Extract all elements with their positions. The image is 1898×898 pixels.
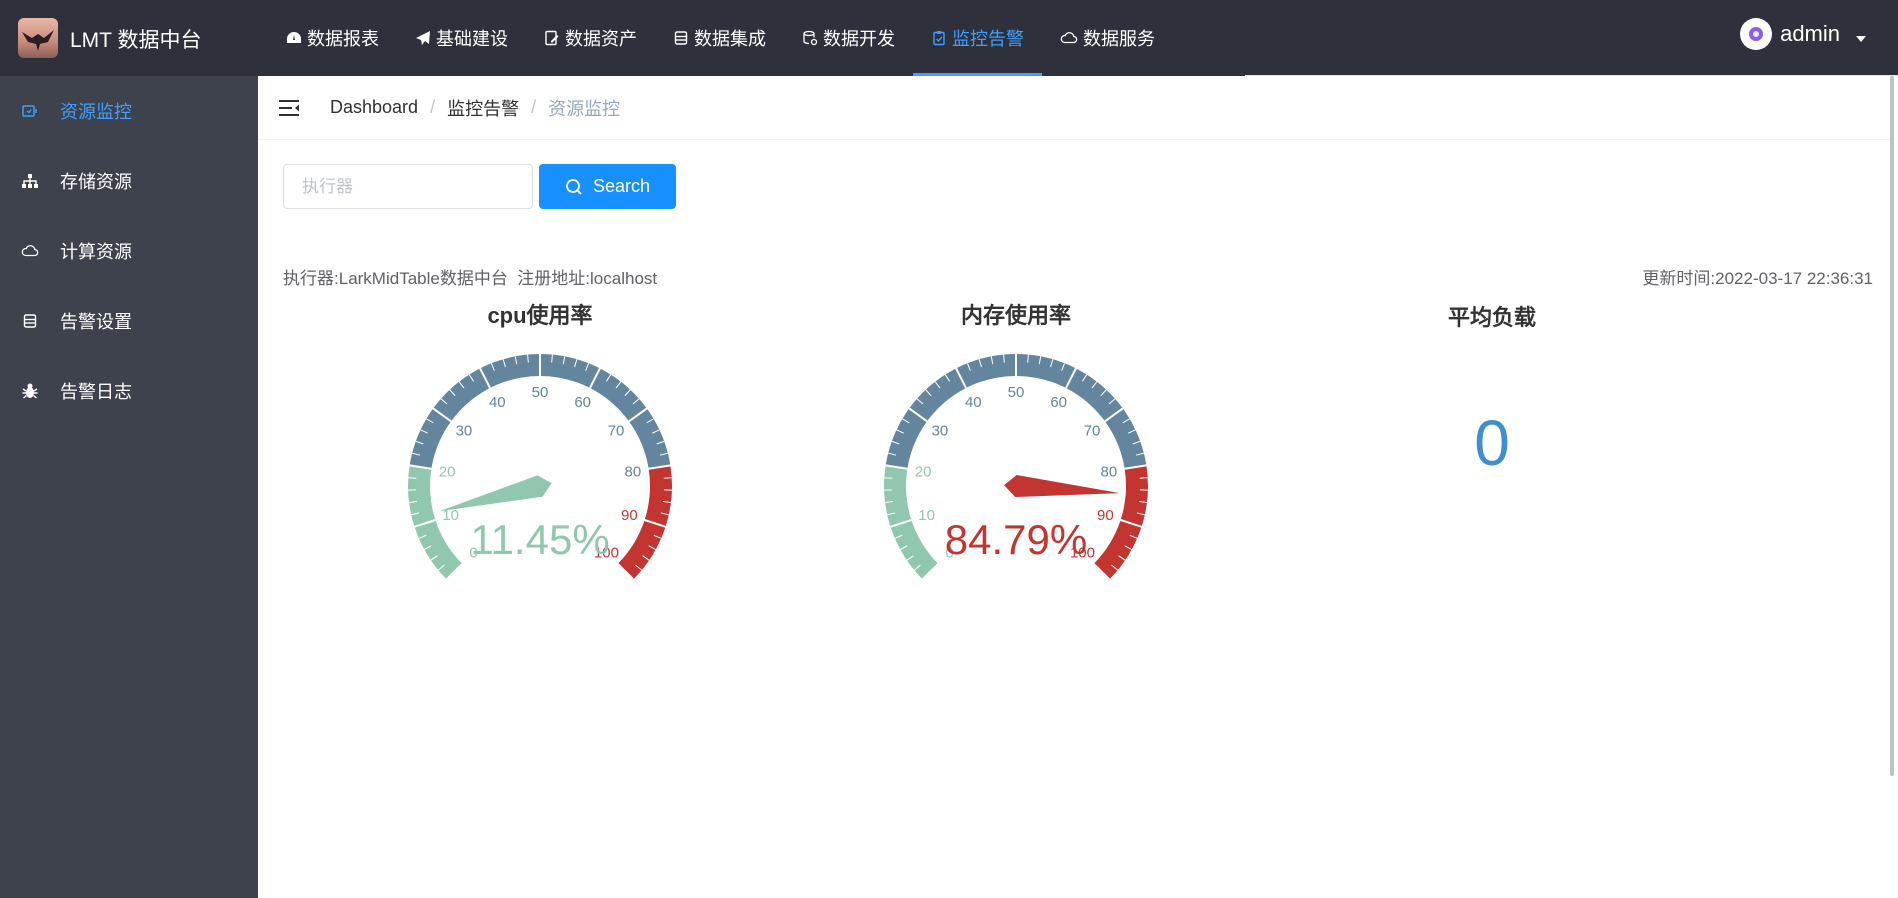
gauge-value-text: 84.79% — [945, 516, 1087, 563]
sidebar-item-label: 告警设置 — [60, 312, 132, 332]
cpu-gauge: 010203040506070809010011.45% — [408, 354, 672, 581]
edit-doc-icon — [545, 30, 559, 46]
nav-label: 数据集成 — [694, 29, 766, 49]
breadcrumb-separator: / — [531, 97, 537, 117]
app-logo[interactable] — [18, 18, 58, 58]
executor-info: 执行器:LarkMidTable数据中台 注册地址:localhost — [283, 264, 657, 289]
nav-item-integration[interactable]: 数据集成 — [655, 0, 784, 76]
sidebar-item-alert-log[interactable]: 告警日志 — [0, 356, 258, 426]
gauge-tick-label: 20 — [915, 463, 932, 480]
nav-label: 基础建设 — [436, 29, 508, 49]
address-value: localhost — [590, 269, 658, 288]
db-gear-icon — [803, 30, 818, 46]
gauge-tick-label: 60 — [1050, 394, 1067, 411]
chart-title: 平均负载 — [1447, 305, 1536, 330]
nav-item-assets[interactable]: 数据资产 — [526, 0, 655, 76]
updated-value: 2022-03-17 22:36:31 — [1715, 269, 1873, 288]
database-icon — [674, 31, 688, 45]
avatar-icon — [1749, 27, 1764, 41]
gauge-tick-label: 60 — [574, 394, 591, 411]
menu-collapse-icon[interactable] — [278, 97, 300, 119]
gauge-value-text: 11.45% — [470, 516, 609, 563]
gauge-tick-label: 30 — [932, 423, 949, 440]
cpu-gauge-chart: cpu使用率 0 10 20 30 40 50 60 70 80 90 100 11.45% — [300, 296, 780, 656]
gauge-tick-label: 40 — [965, 394, 982, 411]
nav-label: 数据服务 — [1083, 29, 1155, 49]
gauge-tick-label: 50 — [532, 384, 549, 401]
gauge-tick-label: 80 — [624, 463, 641, 480]
top-navbar: LMT 数据中台 数据报表 基础建设 数据资产 数据集成 数据开发 监控告警 数 — [0, 0, 1898, 76]
gauge-tick — [1139, 477, 1148, 479]
vertical-scrollbar[interactable] — [1890, 76, 1894, 776]
gauge-tick — [663, 477, 672, 479]
nav-item-reports[interactable]: 数据报表 — [268, 0, 397, 76]
load-average-value: 0 — [1474, 407, 1510, 479]
gauge-tick-label: 70 — [1084, 423, 1101, 440]
nav-item-monitoring[interactable]: 监控告警 — [913, 0, 1042, 76]
gauge-tick-label: 80 — [1100, 463, 1117, 480]
bug-icon — [20, 381, 40, 401]
gauge-pointer — [439, 475, 552, 512]
search-button[interactable]: Search — [539, 164, 676, 209]
memory-gauge: 010203040506070809010084.79% — [884, 354, 1148, 581]
gauge-tick-label: 70 — [608, 423, 625, 440]
gauge-tick-label: 90 — [1097, 507, 1114, 524]
nav-item-services[interactable]: 数据服务 — [1042, 0, 1173, 76]
sidebar: 资源监控 存储资源 计算资源 告警设置 告警日志 — [0, 76, 258, 898]
nav-label: 监控告警 — [952, 29, 1024, 49]
main-nav: 数据报表 基础建设 数据资产 数据集成 数据开发 监控告警 数据服务 — [268, 0, 1173, 76]
sidebar-item-storage[interactable]: 存储资源 — [0, 146, 258, 216]
address-label: 注册地址: — [517, 269, 591, 288]
gauge-tick-label: 90 — [621, 507, 638, 524]
breadcrumb-item[interactable]: 监控告警 — [447, 95, 519, 121]
executor-value: LarkMidTable数据中台 — [338, 269, 508, 288]
gauge-tick — [408, 477, 417, 479]
sidebar-item-resource-monitor[interactable]: 资源监控 — [0, 76, 258, 146]
updated-label: 更新时间: — [1642, 269, 1716, 288]
send-icon — [416, 31, 430, 45]
breadcrumb-item-current: 资源监控 — [548, 98, 621, 119]
update-time: 更新时间:2022-03-17 22:36:31 — [1642, 264, 1873, 289]
executor-label: 执行器: — [283, 269, 339, 288]
dashboard-icon — [287, 32, 301, 43]
breadcrumb-separator: / — [430, 97, 436, 117]
nav-label: 数据报表 — [307, 29, 379, 49]
cloud-icon — [20, 241, 40, 261]
sidebar-item-alert-settings[interactable]: 告警设置 — [0, 286, 258, 356]
gauge-tick-label: 50 — [1008, 384, 1025, 401]
sidebar-item-compute[interactable]: 计算资源 — [0, 216, 258, 286]
gauge-tick-label: 10 — [918, 507, 935, 524]
executor-search-input[interactable] — [283, 164, 533, 209]
clipboard-icon — [933, 31, 945, 46]
search-toolbar: Search — [283, 164, 676, 209]
caret-down-icon[interactable] — [1856, 36, 1866, 42]
app-title: LMT 数据中台 — [70, 29, 202, 52]
load-average-chart: 平均负载 0 — [1252, 296, 1732, 656]
sidebar-item-label: 计算资源 — [60, 242, 132, 262]
main-content: Dashboard / 监控告警 / 资源监控 Search 执行器:LarkM… — [258, 76, 1894, 898]
database-icon — [20, 311, 40, 331]
nav-label: 数据开发 — [823, 29, 895, 49]
gauge-tick-label: 40 — [489, 394, 506, 411]
memory-gauge-chart: 内存使用率 0 10 20 30 40 50 60 70 80 90 100 84.79% — [776, 296, 1256, 656]
search-button-label: Search — [592, 176, 651, 196]
cloud-icon — [1060, 32, 1078, 44]
monitor-icon — [20, 101, 40, 121]
breadcrumb-item[interactable]: Dashboard — [330, 97, 418, 118]
sidebar-item-label: 告警日志 — [60, 382, 132, 402]
nav-item-development[interactable]: 数据开发 — [784, 0, 913, 76]
breadcrumb-bar: Dashboard / 监控告警 / 资源监控 — [258, 76, 1894, 140]
avatar[interactable] — [1740, 18, 1773, 50]
gauge-tick-label: 20 — [439, 463, 456, 480]
tree-icon — [20, 171, 40, 191]
search-icon — [566, 178, 582, 195]
sidebar-item-label: 存储资源 — [60, 172, 132, 192]
user-menu[interactable]: admin — [1740, 18, 1866, 50]
gauge-tick-label: 30 — [456, 423, 473, 440]
gauge-tick — [884, 477, 893, 479]
user-name: admin — [1780, 21, 1840, 46]
nav-item-infrastructure[interactable]: 基础建设 — [397, 0, 526, 76]
nav-label: 数据资产 — [565, 29, 637, 49]
sidebar-item-label: 资源监控 — [60, 102, 132, 122]
